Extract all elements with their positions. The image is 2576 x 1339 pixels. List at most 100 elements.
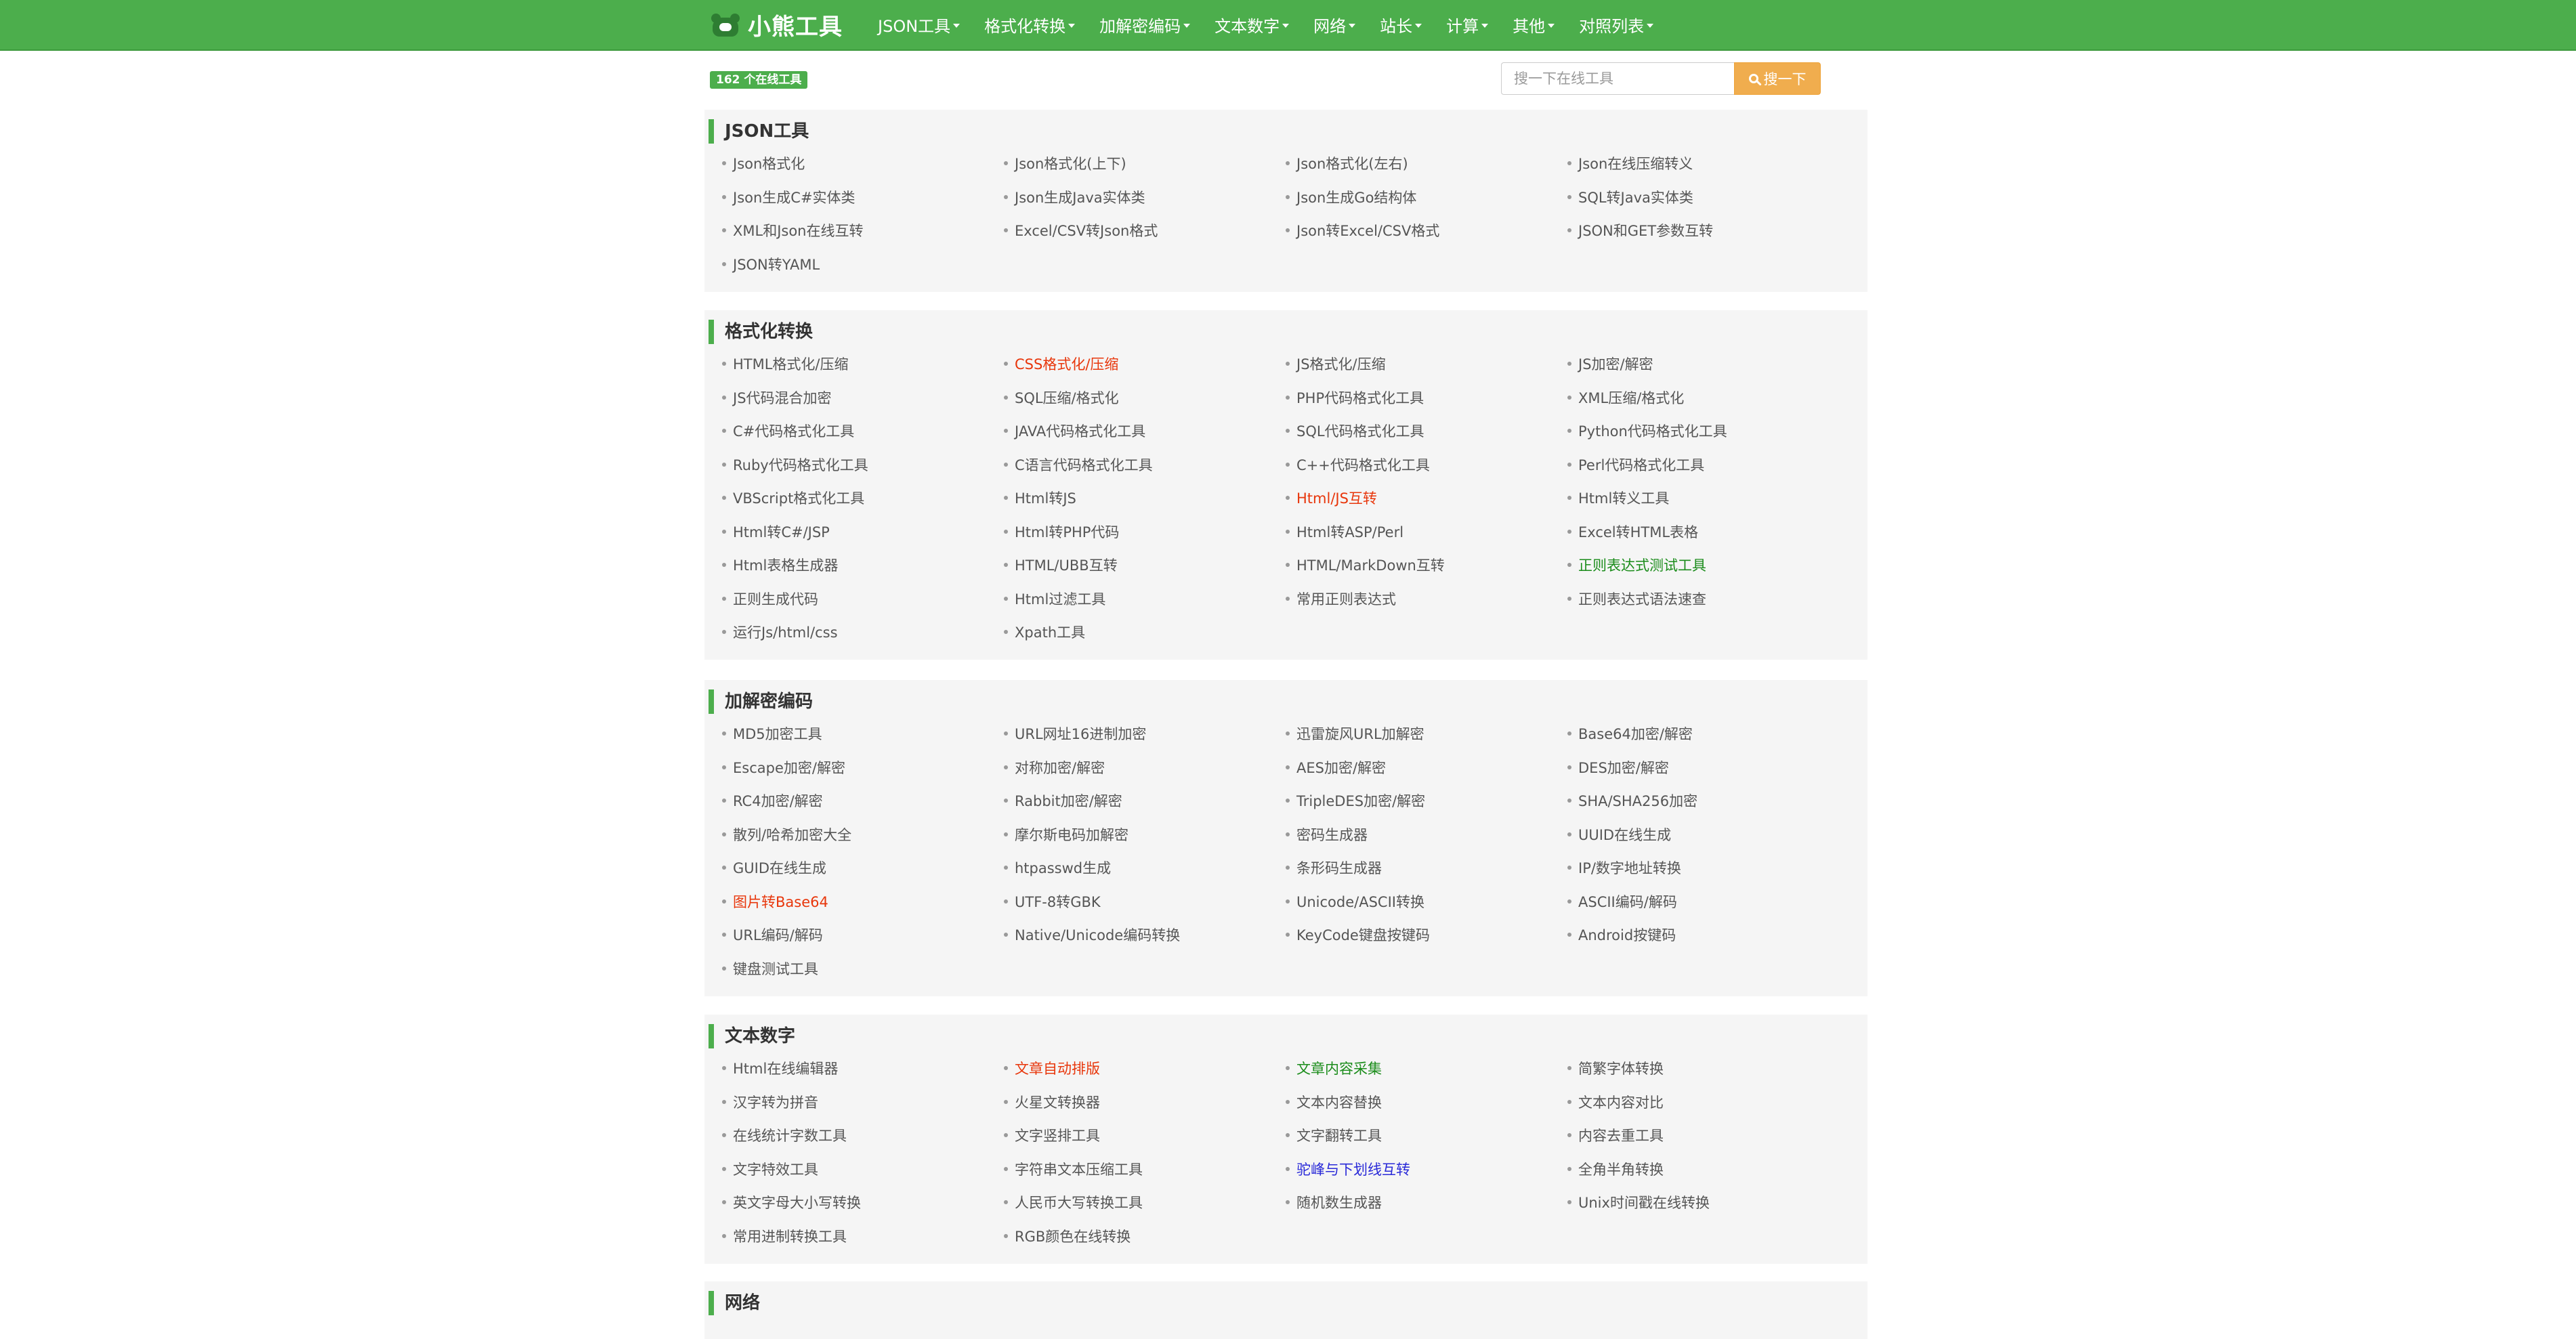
tool-link[interactable]: Json格式化(左右) bbox=[1286, 154, 1408, 173]
tool-link[interactable]: 随机数生成器 bbox=[1286, 1193, 1382, 1212]
tool-link[interactable]: 散列/哈希加密大全 bbox=[722, 826, 851, 845]
nav-item-webmaster[interactable]: 站长 bbox=[1368, 0, 1434, 49]
tool-link[interactable]: Json在线压缩转义 bbox=[1567, 154, 1693, 173]
tool-link[interactable]: SQL转Java实体类 bbox=[1567, 188, 1693, 207]
tool-link[interactable]: JS格式化/压缩 bbox=[1286, 355, 1386, 374]
tool-link[interactable]: SHA/SHA256加密 bbox=[1567, 792, 1697, 811]
nav-item-network[interactable]: 网络 bbox=[1301, 0, 1368, 49]
nav-item-text[interactable]: 文本数字 bbox=[1202, 0, 1301, 49]
tool-link[interactable]: JSON和GET参数互转 bbox=[1567, 221, 1713, 240]
tool-link[interactable]: 字符串文本压缩工具 bbox=[1004, 1160, 1143, 1179]
tool-link[interactable]: Html转ASP/Perl bbox=[1286, 523, 1403, 542]
tool-link[interactable]: 文章内容采集 bbox=[1286, 1059, 1382, 1078]
tool-link[interactable]: Html转JS bbox=[1004, 489, 1076, 508]
tool-link[interactable]: Excel转HTML表格 bbox=[1567, 523, 1698, 542]
tool-link[interactable]: ASCII编码/解码 bbox=[1567, 893, 1677, 912]
tool-link[interactable]: XML和Json在线互转 bbox=[722, 221, 864, 240]
tool-link[interactable]: Html转义工具 bbox=[1567, 489, 1669, 508]
tool-link[interactable]: Json生成C#实体类 bbox=[722, 188, 856, 207]
tool-link[interactable]: Escape加密/解密 bbox=[722, 759, 845, 778]
tool-link[interactable]: Excel/CSV转Json格式 bbox=[1004, 221, 1158, 240]
tool-link[interactable]: SQL压缩/格式化 bbox=[1004, 389, 1119, 408]
tool-link[interactable]: Perl代码格式化工具 bbox=[1567, 456, 1704, 475]
tool-link[interactable]: HTML/MarkDown互转 bbox=[1286, 556, 1445, 575]
tool-link[interactable]: Json生成Java实体类 bbox=[1004, 188, 1145, 207]
tool-link[interactable]: 摩尔斯电码加解密 bbox=[1004, 826, 1128, 845]
tool-link[interactable]: RGB颜色在线转换 bbox=[1004, 1227, 1131, 1246]
tool-link[interactable]: CSS格式化/压缩 bbox=[1004, 355, 1118, 374]
tool-link[interactable]: 汉字转为拼音 bbox=[722, 1093, 818, 1112]
tool-link[interactable]: 对称加密/解密 bbox=[1004, 759, 1105, 778]
tool-link[interactable]: 全角半角转换 bbox=[1567, 1160, 1664, 1179]
tool-link[interactable]: Html转PHP代码 bbox=[1004, 523, 1119, 542]
tool-link[interactable]: Json格式化(上下) bbox=[1004, 154, 1126, 173]
tool-link[interactable]: 驼峰与下划线互转 bbox=[1286, 1160, 1410, 1179]
nav-item-other[interactable]: 其他 bbox=[1500, 0, 1567, 49]
tool-link[interactable]: Xpath工具 bbox=[1004, 623, 1085, 642]
tool-link[interactable]: 内容去重工具 bbox=[1567, 1126, 1664, 1145]
tool-link[interactable]: 简繁字体转换 bbox=[1567, 1059, 1664, 1078]
tool-link[interactable]: htpasswd生成 bbox=[1004, 859, 1111, 878]
tool-link[interactable]: IP/数字地址转换 bbox=[1567, 859, 1681, 878]
tool-link[interactable]: 运行Js/html/css bbox=[722, 623, 838, 642]
tool-link[interactable]: VBScript格式化工具 bbox=[722, 489, 864, 508]
tool-link[interactable]: Html过滤工具 bbox=[1004, 590, 1105, 609]
nav-item-reference[interactable]: 对照列表 bbox=[1567, 0, 1666, 49]
tool-link[interactable]: 火星文转换器 bbox=[1004, 1093, 1100, 1112]
tool-link[interactable]: HTML/UBB互转 bbox=[1004, 556, 1118, 575]
tool-link[interactable]: 迅雷旋风URL加解密 bbox=[1286, 725, 1424, 744]
tool-link[interactable]: 英文字母大小写转换 bbox=[722, 1193, 861, 1212]
tool-link[interactable]: 文字竖排工具 bbox=[1004, 1126, 1100, 1145]
tool-link[interactable]: 在线统计字数工具 bbox=[722, 1126, 847, 1145]
tool-link[interactable]: UUID在线生成 bbox=[1567, 826, 1671, 845]
tool-link[interactable]: 文本内容替换 bbox=[1286, 1093, 1382, 1112]
tool-link[interactable]: AES加密/解密 bbox=[1286, 759, 1386, 778]
tool-link[interactable]: Ruby代码格式化工具 bbox=[722, 456, 868, 475]
tool-link[interactable]: 正则表达式语法速查 bbox=[1567, 590, 1706, 609]
tool-link[interactable]: C#代码格式化工具 bbox=[722, 422, 854, 441]
tool-link[interactable]: Html表格生成器 bbox=[722, 556, 838, 575]
tool-link[interactable]: 人民币大写转换工具 bbox=[1004, 1193, 1143, 1212]
tool-link[interactable]: 密码生成器 bbox=[1286, 826, 1368, 845]
tool-link[interactable]: Json生成Go结构体 bbox=[1286, 188, 1416, 207]
tool-link[interactable]: PHP代码格式化工具 bbox=[1286, 389, 1424, 408]
tool-link[interactable]: Python代码格式化工具 bbox=[1567, 422, 1727, 441]
tool-link[interactable]: UTF-8转GBK bbox=[1004, 893, 1101, 912]
tool-link[interactable]: C语言代码格式化工具 bbox=[1004, 456, 1153, 475]
tool-link[interactable]: XML压缩/格式化 bbox=[1567, 389, 1684, 408]
nav-item-format[interactable]: 格式化转换 bbox=[972, 0, 1087, 49]
tool-link[interactable]: Native/Unicode编码转换 bbox=[1004, 926, 1180, 945]
tool-link[interactable]: 键盘测试工具 bbox=[722, 960, 818, 979]
tool-link[interactable]: GUID在线生成 bbox=[722, 859, 826, 878]
tool-link[interactable]: C++代码格式化工具 bbox=[1286, 456, 1430, 475]
tool-link[interactable]: JS代码混合加密 bbox=[722, 389, 832, 408]
tool-link[interactable]: JAVA代码格式化工具 bbox=[1004, 422, 1145, 441]
tool-link[interactable]: Html转C#/JSP bbox=[722, 523, 830, 542]
tool-link[interactable]: Rabbit加密/解密 bbox=[1004, 792, 1122, 811]
nav-item-calc[interactable]: 计算 bbox=[1434, 0, 1500, 49]
tool-link[interactable]: 文本内容对比 bbox=[1567, 1093, 1664, 1112]
search-input[interactable] bbox=[1501, 62, 1734, 95]
tool-link[interactable]: 图片转Base64 bbox=[722, 893, 828, 912]
tool-link[interactable]: Android按键码 bbox=[1567, 926, 1676, 945]
tool-link[interactable]: URL编码/解码 bbox=[722, 926, 823, 945]
tool-link[interactable]: TripleDES加密/解密 bbox=[1286, 792, 1425, 811]
tool-link[interactable]: Html/JS互转 bbox=[1286, 489, 1377, 508]
tool-link[interactable]: JS加密/解密 bbox=[1567, 355, 1653, 374]
tool-link[interactable]: Json格式化 bbox=[722, 154, 805, 173]
nav-item-crypto[interactable]: 加解密编码 bbox=[1087, 0, 1202, 49]
tool-link[interactable]: DES加密/解密 bbox=[1567, 759, 1669, 778]
tool-link[interactable]: 正则表达式测试工具 bbox=[1567, 556, 1706, 575]
tool-link[interactable]: Html在线编辑器 bbox=[722, 1059, 838, 1078]
tool-link[interactable]: 条形码生成器 bbox=[1286, 859, 1382, 878]
tool-link[interactable]: KeyCode键盘按键码 bbox=[1286, 926, 1430, 945]
brand[interactable]: 小熊工具 bbox=[711, 8, 843, 41]
tool-link[interactable]: 文字特效工具 bbox=[722, 1160, 818, 1179]
tool-link[interactable]: Unicode/ASCII转换 bbox=[1286, 893, 1424, 912]
tool-link[interactable]: Base64加密/解密 bbox=[1567, 725, 1693, 744]
tool-link[interactable]: JSON转YAML bbox=[722, 255, 820, 274]
tool-link[interactable]: Unix时间戳在线转换 bbox=[1567, 1193, 1710, 1212]
nav-item-json[interactable]: JSON工具 bbox=[866, 0, 972, 49]
tool-link[interactable]: RC4加密/解密 bbox=[722, 792, 823, 811]
tool-link[interactable]: SQL代码格式化工具 bbox=[1286, 422, 1424, 441]
